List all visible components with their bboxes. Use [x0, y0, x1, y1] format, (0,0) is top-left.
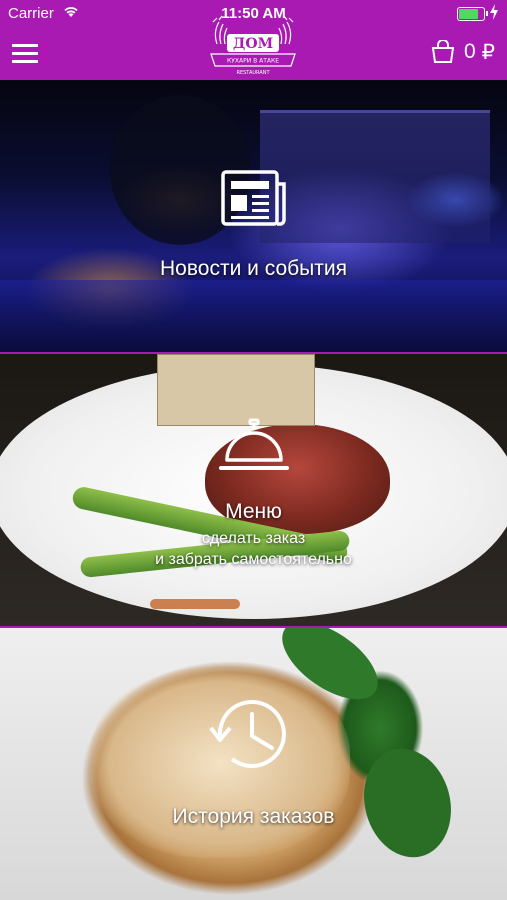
- battery-icon: [457, 7, 488, 21]
- tile-news-title: Новости и события: [160, 257, 347, 280]
- tile-menu[interactable]: Меню сделать заказ и забрать самостоятел…: [0, 354, 507, 626]
- street-ground: [0, 280, 507, 352]
- service-bell-icon: [219, 418, 289, 470]
- top-bar: Carrier 11:50 AM ДОМ КУХАРИ В АТАКЕ REST…: [0, 0, 507, 80]
- newspaper-icon: [221, 170, 286, 226]
- svg-text:ДОМ: ДОМ: [233, 36, 273, 52]
- tile-menu-subtitle-2: и забрать самостоятельно: [155, 551, 352, 568]
- cart-currency: ₽: [481, 40, 495, 64]
- building-silhouette: [260, 110, 490, 243]
- shopping-bag-icon: [431, 40, 455, 63]
- flag-card: [157, 354, 315, 426]
- tile-order-history[interactable]: История заказов: [0, 628, 507, 900]
- history-clock-icon: [209, 699, 286, 768]
- tile-menu-title: Меню: [225, 500, 282, 523]
- svg-text:RESTAURANT: RESTAURANT: [236, 70, 270, 76]
- charging-bolt-icon: [490, 4, 498, 20]
- menu-hamburger-button[interactable]: [12, 42, 40, 64]
- basil-leaf: [352, 738, 463, 868]
- cart-count: 0: [463, 40, 476, 63]
- tile-news-events[interactable]: Новости и события: [0, 80, 507, 352]
- restaurant-logo[interactable]: ДОМ КУХАРИ В АТАКЕ RESTAURANT: [203, 14, 303, 84]
- cart-button[interactable]: 0 ₽: [430, 38, 495, 66]
- battery-level: [459, 9, 478, 19]
- tile-history-title: История заказов: [172, 805, 335, 828]
- sauce-dots: [150, 599, 240, 609]
- tile-menu-subtitle-1: сделать заказ: [201, 530, 306, 547]
- svg-text:КУХАРИ В АТАКЕ: КУХАРИ В АТАКЕ: [227, 58, 279, 65]
